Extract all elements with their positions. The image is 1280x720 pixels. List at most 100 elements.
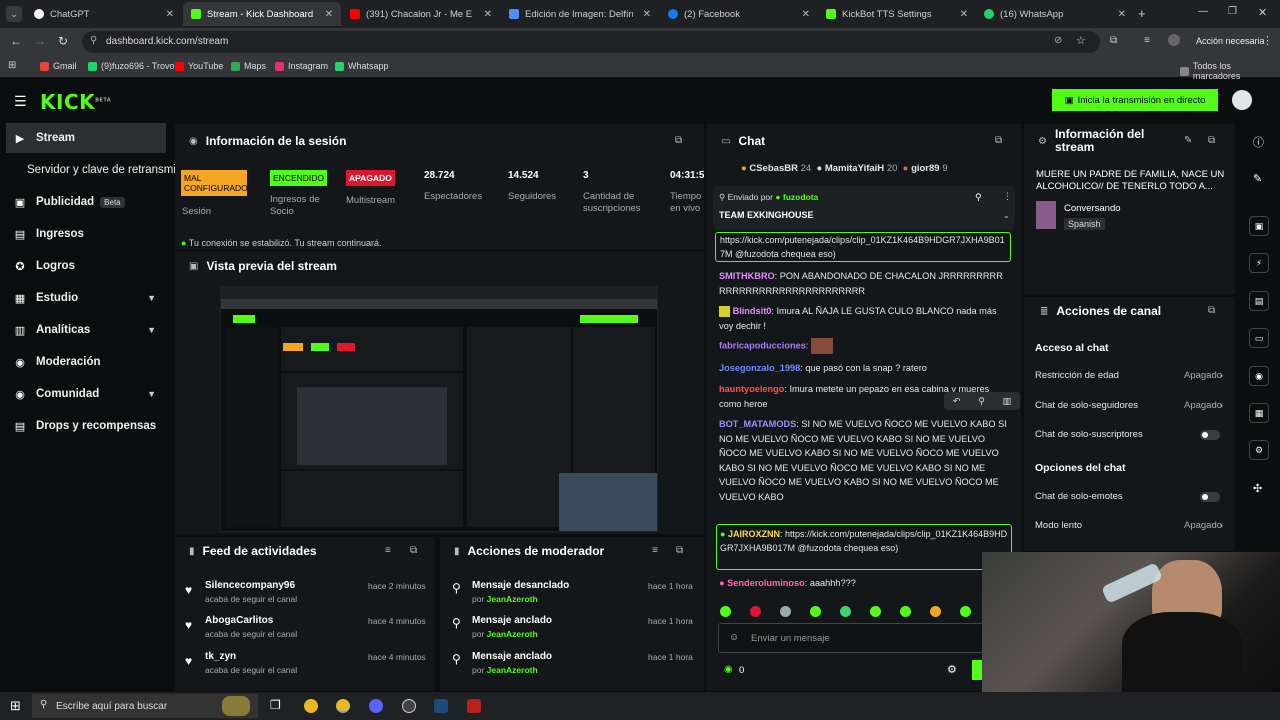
setting-value[interactable]: Apagado — [1184, 520, 1222, 531]
gifter-name[interactable]: MamitaYifaiH — [825, 163, 884, 174]
minimize-button[interactable]: — — [1198, 6, 1208, 17]
emote-icon[interactable] — [870, 605, 881, 617]
popout-icon[interactable]: ⧉ — [410, 545, 417, 556]
sidebar-item-comunidad[interactable]: ◉ Comunidad ▼ — [6, 379, 166, 409]
setting-value[interactable]: Apagado — [1184, 400, 1222, 411]
pin-icon[interactable]: ⚲ — [978, 396, 985, 407]
owl-widget-icon[interactable] — [222, 696, 250, 716]
chrome-icon[interactable] — [336, 699, 350, 713]
chrome-icon[interactable] — [304, 699, 318, 713]
emote-icon[interactable] — [840, 605, 851, 617]
bookmark-whatsapp[interactable]: Whatsapp — [335, 61, 389, 71]
browser-menu-icon[interactable]: ⋮ — [1262, 34, 1273, 47]
moderator-name[interactable]: JeanAzeroth — [487, 665, 538, 675]
extensions-icon[interactable]: ⧉ — [1110, 35, 1117, 46]
avatar[interactable] — [1232, 90, 1252, 110]
bookmark-maps[interactable]: Maps — [231, 61, 266, 71]
filter-icon[interactable]: ≡ — [652, 545, 658, 556]
rail-icon-7[interactable]: ⚙ — [1249, 440, 1269, 460]
bookmark-trovo[interactable]: (9)fuzo696 - Trovo — [88, 61, 175, 71]
chat-username[interactable]: Josegonzalo_1998 — [719, 363, 800, 373]
popout-icon[interactable]: ⧉ — [995, 135, 1002, 146]
chevron-down-icon[interactable]: ⌄ — [1003, 211, 1010, 220]
sidebar-item-estudio[interactable]: ▦ Estudio ▼ — [6, 283, 166, 313]
chat-username[interactable]: BOT_MATAMODS — [719, 419, 796, 429]
dota-icon[interactable] — [467, 699, 481, 713]
emote-icon[interactable] — [810, 605, 821, 617]
filter-icon[interactable]: ≡ — [385, 545, 391, 556]
follower-name[interactable]: tk_zyn — [205, 651, 236, 662]
rail-icon-4[interactable]: ▭ — [1249, 328, 1269, 348]
emote-icon[interactable] — [930, 605, 941, 617]
settings-gear-icon[interactable]: ⚙ — [947, 663, 957, 676]
emote-icon[interactable] — [750, 605, 761, 617]
maximize-button[interactable]: ❐ — [1228, 6, 1237, 17]
highlighted-message[interactable]: https://kick.com/putenejada/clips/clip_0… — [715, 232, 1011, 262]
apps-grid-icon[interactable]: ⊞ — [8, 60, 16, 71]
chat-username[interactable]: Blindsit0 — [733, 306, 772, 316]
close-icon[interactable]: ✕ — [484, 9, 492, 20]
tab-facebook[interactable]: (2) Facebook ✕ — [660, 2, 818, 26]
sidebar-item-analiticas[interactable]: ▥ Analíticas ▼ — [6, 315, 166, 345]
sidebar-item-ingresos[interactable]: ▤ Ingresos — [6, 219, 166, 249]
gifter-name[interactable]: gior89 — [911, 163, 940, 174]
rail-icon-2[interactable]: ⚡ — [1249, 253, 1269, 273]
tab-image-edit[interactable]: Edición de Imagen: Delfín Pan ✕ — [501, 2, 659, 26]
emote-icon[interactable] — [720, 605, 731, 617]
category-name[interactable]: Conversando — [1064, 203, 1121, 214]
tab-chatgpt[interactable]: ChatGPT ✕ — [26, 2, 182, 26]
chat-message[interactable]: ● Senderoluminoso: aaahhh??? — [719, 576, 1009, 591]
tab-whatsapp[interactable]: (16) WhatsApp ✕ — [976, 2, 1134, 26]
chevron-right-icon[interactable]: › — [1220, 400, 1223, 410]
back-icon[interactable]: ← — [10, 34, 22, 48]
chat-message[interactable]: fabricapoducciones: — [719, 338, 1009, 354]
follower-name[interactable]: Silencecompany96 — [205, 580, 295, 591]
chat-message[interactable]: BOT_MATAMODS: SI NO ME VUELVO ÑOCO ME VU… — [719, 417, 1009, 519]
windows-start-icon[interactable]: ⊞ — [10, 698, 21, 714]
pinned-by-user[interactable]: fuzodota — [783, 192, 818, 202]
kick-logo[interactable]: KICKBETA — [40, 90, 111, 114]
moderator-name[interactable]: JeanAzeroth — [487, 629, 538, 639]
hamburger-menu-icon[interactable]: ☰ — [14, 93, 27, 110]
bookmark-youtube[interactable]: YouTube — [175, 61, 223, 71]
avatar[interactable] — [1168, 34, 1180, 46]
tab-kick-dashboard[interactable]: Stream - Kick Dashboard ✕ — [183, 2, 341, 26]
rail-icon-5[interactable]: ◉ — [1249, 366, 1269, 386]
edit-icon[interactable]: ✎ — [1184, 135, 1192, 146]
close-icon[interactable]: ✕ — [802, 9, 810, 20]
edit-icon[interactable]: ✎ — [1253, 172, 1262, 185]
moderator-name[interactable]: JeanAzeroth — [487, 594, 538, 604]
tab-search-icon[interactable]: ≡ — [1144, 35, 1150, 46]
close-icon[interactable]: ✕ — [1118, 9, 1126, 20]
chat-input[interactable]: ☺ Enviar un mensaje — [718, 623, 988, 653]
highlighted-message[interactable]: ● JAIROXZNN: https://kick.com/putenejada… — [716, 524, 1012, 570]
close-icon[interactable]: ✕ — [325, 9, 333, 20]
forward-icon[interactable]: → — [34, 34, 46, 48]
chat-username[interactable]: Senderoluminoso — [727, 578, 805, 588]
setting-value[interactable]: Apagado — [1184, 370, 1222, 381]
emote-icon[interactable] — [780, 605, 791, 617]
pin-icon[interactable]: ⚲ — [975, 192, 982, 203]
task-view-icon[interactable]: ❐ — [270, 698, 281, 712]
gifter-name[interactable]: CSebasBR — [749, 163, 798, 174]
stream-preview-video[interactable] — [220, 286, 658, 532]
sidebar-item-stream[interactable]: ▶ Stream — [6, 123, 166, 153]
obs-icon[interactable] — [402, 699, 416, 713]
all-bookmarks[interactable]: Todos los marcadores — [1180, 61, 1280, 81]
bookmark-gmail[interactable]: Gmail — [40, 61, 77, 71]
sidebar-item-publicidad[interactable]: ▣ Publicidad Beta — [6, 187, 166, 217]
site-info-icon[interactable]: ⚲ — [90, 35, 97, 46]
sidebar-item-server-key[interactable]: Servidor y clave de retransmisión — [6, 155, 197, 185]
follower-name[interactable]: AbogaCarlitos — [205, 615, 273, 626]
go-live-button[interactable]: ▣ Inicia la transmisión en directo — [1052, 89, 1218, 111]
profile-action-label[interactable]: Acción necesaria — [1196, 36, 1265, 46]
info-icon[interactable]: ⓘ — [1253, 134, 1264, 150]
chat-username[interactable]: fabricapoducciones — [719, 340, 806, 350]
chevron-right-icon[interactable]: › — [1220, 520, 1223, 530]
more-icon[interactable]: ⋮ — [1003, 191, 1012, 202]
sidebar-item-moderacion[interactable]: ◉ Moderación — [6, 347, 166, 377]
discord-icon[interactable] — [369, 699, 383, 713]
close-icon[interactable]: ✕ — [166, 9, 174, 20]
popout-icon[interactable]: ⧉ — [1208, 135, 1215, 146]
trash-icon[interactable]: ▥ — [1003, 396, 1012, 407]
